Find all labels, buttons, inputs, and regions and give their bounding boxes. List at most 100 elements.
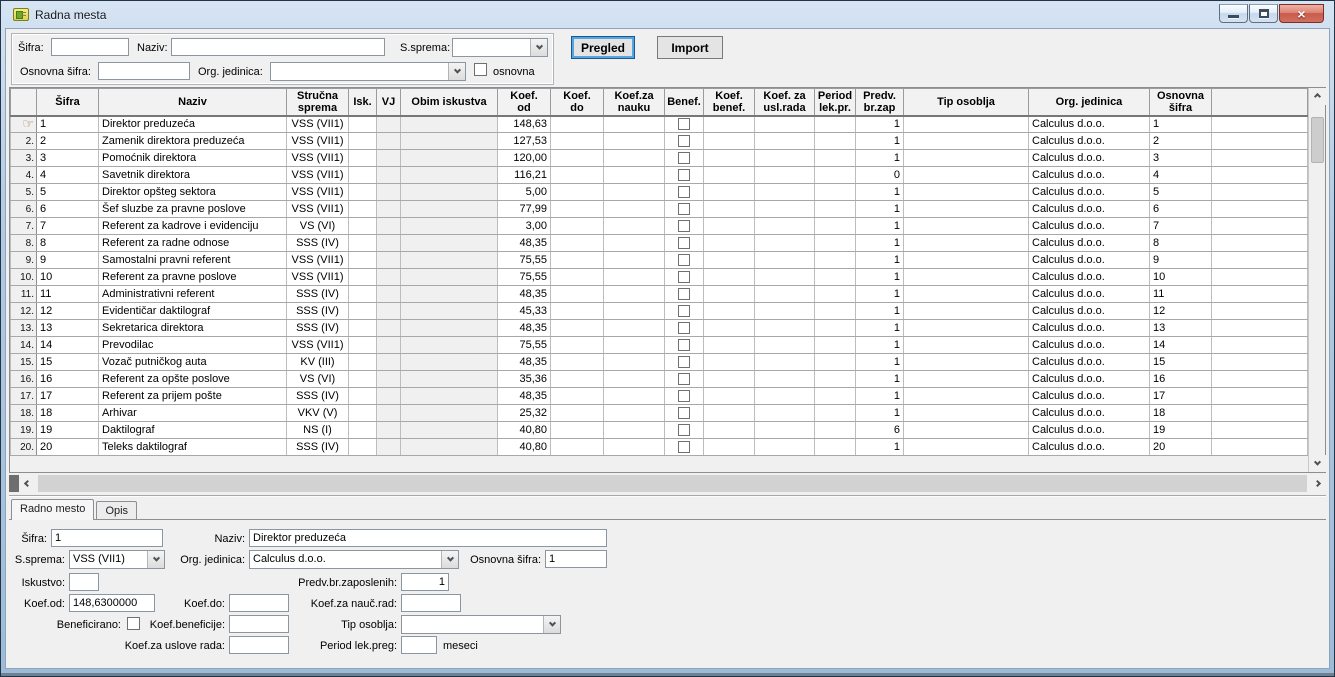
cell-fill[interactable] (1212, 252, 1308, 269)
cell-predv[interactable]: 1 (856, 286, 904, 303)
cell-koef_od[interactable]: 127,53 (498, 133, 551, 150)
cell-osnovna[interactable]: 2 (1150, 133, 1212, 150)
cell-naziv[interactable]: Sekretarica direktora (99, 320, 287, 337)
cell-obim[interactable] (401, 235, 498, 252)
cell-isk[interactable] (349, 167, 377, 184)
cell-koef_nauka[interactable] (604, 201, 665, 218)
cell-naziv[interactable]: Referent za kadrove i evidenciju (99, 218, 287, 235)
cell-naziv[interactable]: Savetnik direktora (99, 167, 287, 184)
table-row[interactable]: 16.16Referent za opšte posloveVS (VI)35,… (11, 371, 1308, 388)
cell-sifra[interactable]: 18 (37, 405, 99, 422)
cell-koef_do[interactable] (551, 252, 604, 269)
cell-tip[interactable] (904, 269, 1029, 286)
cell-osnovna[interactable]: 4 (1150, 167, 1212, 184)
cell-naziv[interactable]: Vozač putničkog auta (99, 354, 287, 371)
cell-predv[interactable]: 1 (856, 133, 904, 150)
cell-osnovna[interactable]: 13 (1150, 320, 1212, 337)
cell-num[interactable]: 12. (11, 303, 37, 320)
minimize-button[interactable] (1219, 4, 1248, 23)
cell-period_lek[interactable] (815, 269, 856, 286)
cell-predv[interactable]: 1 (856, 405, 904, 422)
cell-vj[interactable] (377, 269, 401, 286)
cell-naziv[interactable]: Administrativni referent (99, 286, 287, 303)
cell-obim[interactable] (401, 422, 498, 439)
cell-koef_nauka[interactable] (604, 337, 665, 354)
col-header-osnovna[interactable]: Osnovna šifra (1150, 89, 1212, 116)
cell-benef[interactable] (665, 133, 704, 150)
pregled-button[interactable]: Pregled (571, 36, 635, 59)
cell-fill[interactable] (1212, 167, 1308, 184)
cell-predv[interactable]: 1 (856, 184, 904, 201)
col-header-koef_nauka[interactable]: Koef.za nauku (604, 89, 665, 116)
cell-org[interactable]: Calculus d.o.o. (1029, 201, 1150, 218)
col-header-num[interactable] (11, 89, 37, 116)
restore-button[interactable] (1249, 4, 1278, 23)
cell-osnovna[interactable]: 16 (1150, 371, 1212, 388)
cell-period_lek[interactable] (815, 286, 856, 303)
cell-fill[interactable] (1212, 218, 1308, 235)
cell-naziv[interactable]: Šef sluzbe za pravne poslove (99, 201, 287, 218)
cell-sifra[interactable]: 6 (37, 201, 99, 218)
cell-isk[interactable] (349, 201, 377, 218)
cell-koef_do[interactable] (551, 439, 604, 456)
benef-checkbox[interactable] (678, 237, 690, 249)
cell-koef_nauka[interactable] (604, 116, 665, 133)
cell-koef_do[interactable] (551, 405, 604, 422)
col-header-org[interactable]: Org. jedinica (1029, 89, 1150, 116)
cell-koef_do[interactable] (551, 337, 604, 354)
cell-osnovna[interactable]: 1 (1150, 116, 1212, 133)
cell-koef_do[interactable] (551, 167, 604, 184)
cell-naziv[interactable]: Direktor opšteg sektora (99, 184, 287, 201)
cell-isk[interactable] (349, 354, 377, 371)
cell-isk[interactable] (349, 269, 377, 286)
cell-koef_benef[interactable] (704, 354, 755, 371)
benef-checkbox[interactable] (678, 203, 690, 215)
cell-koef_uslrada[interactable] (755, 337, 815, 354)
col-header-tip[interactable]: Tip osoblja (904, 89, 1029, 116)
cell-benef[interactable] (665, 184, 704, 201)
cell-tip[interactable] (904, 201, 1029, 218)
cell-koef_od[interactable]: 77,99 (498, 201, 551, 218)
benef-checkbox[interactable] (678, 305, 690, 317)
cell-isk[interactable] (349, 439, 377, 456)
cell-benef[interactable] (665, 218, 704, 235)
table-row[interactable]: 15.15Vozač putničkog autaKV (III)48,351C… (11, 354, 1308, 371)
cell-benef[interactable] (665, 303, 704, 320)
cell-koef_uslrada[interactable] (755, 422, 815, 439)
cell-koef_uslrada[interactable] (755, 150, 815, 167)
cell-benef[interactable] (665, 167, 704, 184)
table-row[interactable]: 17.17Referent za prijem pošteSSS (IV)48,… (11, 388, 1308, 405)
cell-obim[interactable] (401, 320, 498, 337)
benef-checkbox[interactable] (678, 424, 690, 436)
cell-org[interactable]: Calculus d.o.o. (1029, 218, 1150, 235)
cell-org[interactable]: Calculus d.o.o. (1029, 354, 1150, 371)
cell-benef[interactable] (665, 422, 704, 439)
cell-isk[interactable] (349, 422, 377, 439)
cell-obim[interactable] (401, 371, 498, 388)
cell-tip[interactable] (904, 133, 1029, 150)
cell-koef_nauka[interactable] (604, 439, 665, 456)
cell-benef[interactable] (665, 337, 704, 354)
cell-predv[interactable]: 1 (856, 235, 904, 252)
cell-tip[interactable] (904, 252, 1029, 269)
chevron-down-icon[interactable] (147, 551, 164, 568)
benef-checkbox[interactable] (678, 152, 690, 164)
benef-checkbox[interactable] (678, 322, 690, 334)
col-header-sprema[interactable]: Stručna sprema (287, 89, 349, 116)
cell-koef_uslrada[interactable] (755, 269, 815, 286)
cell-koef_od[interactable]: 45,33 (498, 303, 551, 320)
cell-koef_benef[interactable] (704, 371, 755, 388)
cell-koef_uslrada[interactable] (755, 286, 815, 303)
chevron-down-icon[interactable] (543, 616, 560, 633)
cell-vj[interactable] (377, 320, 401, 337)
cell-koef_benef[interactable] (704, 252, 755, 269)
benef-checkbox[interactable] (678, 220, 690, 232)
cell-tip[interactable] (904, 116, 1029, 133)
cell-koef_nauka[interactable] (604, 133, 665, 150)
cell-koef_nauka[interactable] (604, 422, 665, 439)
table-row[interactable]: ☞1Direktor preduzećaVSS (VII1)148,631Cal… (11, 116, 1308, 133)
detail-koef-od-input[interactable] (69, 594, 155, 612)
cell-predv[interactable]: 1 (856, 218, 904, 235)
cell-naziv[interactable]: Arhivar (99, 405, 287, 422)
cell-vj[interactable] (377, 201, 401, 218)
